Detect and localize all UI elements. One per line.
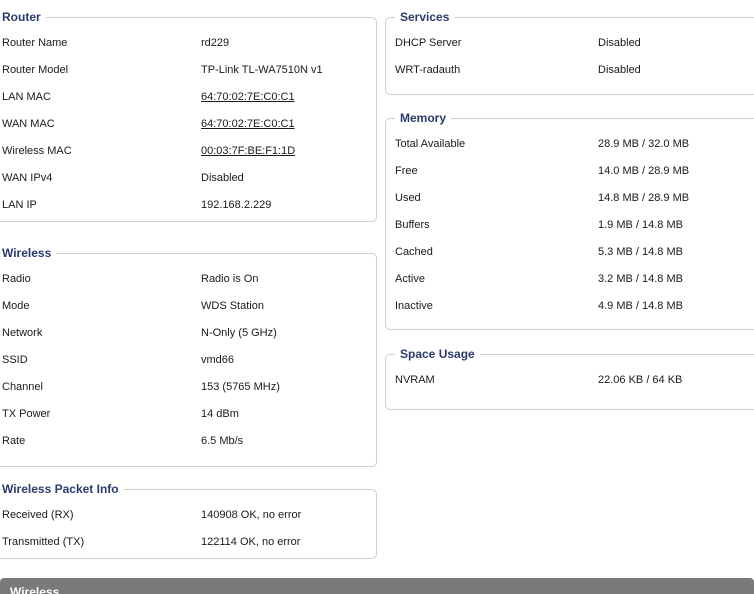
info-row: Buffers 1.9 MB / 14.8 MB <box>386 212 754 239</box>
rx-packets-value: 140908 OK, no error <box>201 509 302 521</box>
row-label: Free <box>395 165 418 177</box>
network-value: N-Only (5 GHz) <box>201 327 277 339</box>
row-label: Received (RX) <box>2 509 74 521</box>
row-label: Network <box>2 327 43 339</box>
info-row: Network N-Only (5 GHz) <box>0 320 376 347</box>
memory-total-value: 28.9 MB / 32.0 MB <box>598 138 690 150</box>
info-row: Free 14.0 MB / 28.9 MB <box>386 158 754 185</box>
wireless-section: Wireless Radio Radio is On Mode WDS Stat… <box>0 246 377 467</box>
router-section-title: Router <box>1 10 46 24</box>
wireless-section-title: Wireless <box>1 246 57 260</box>
radio-status-value: Radio is On <box>201 273 259 285</box>
nvram-usage-value: 22.06 KB / 64 KB <box>598 374 683 386</box>
wireless-packet-info-title: Wireless Packet Info <box>1 482 124 496</box>
row-label: Mode <box>2 300 30 312</box>
tx-power-value: 14 dBm <box>201 408 239 420</box>
row-label: NVRAM <box>395 374 435 386</box>
services-section: Services DHCP Server Disabled WRT-radaut… <box>385 10 754 95</box>
row-label: DHCP Server <box>395 37 462 49</box>
info-row: LAN MAC 64:70:02:7E:C0:C1 <box>0 84 376 111</box>
info-row: Router Name rd229 <box>0 30 376 57</box>
wan-ipv4-value: Disabled <box>201 172 244 184</box>
row-label: LAN IP <box>2 199 37 211</box>
router-section: Router Router Name rd229 Router Model TP… <box>0 10 377 222</box>
space-usage-section: Space Usage NVRAM 22.06 KB / 64 KB <box>385 347 754 410</box>
tx-packets-value: 122114 OK, no error <box>201 536 301 548</box>
memory-cached-value: 5.3 MB / 14.8 MB <box>598 246 683 258</box>
lan-ip-value: 192.168.2.229 <box>201 199 272 211</box>
row-label: Router Name <box>2 37 68 49</box>
info-row: WAN IPv4 Disabled <box>0 165 376 192</box>
channel-value: 153 (5765 MHz) <box>201 381 280 393</box>
row-label: WAN IPv4 <box>2 172 53 184</box>
memory-section-title: Memory <box>395 111 452 125</box>
row-label: LAN MAC <box>2 91 51 103</box>
info-row: Transmitted (TX) 122114 OK, no error <box>0 529 376 556</box>
info-row: Radio Radio is On <box>0 266 376 293</box>
row-label: Wireless MAC <box>2 145 72 157</box>
row-label: WAN MAC <box>2 118 55 130</box>
row-label: Total Available <box>395 138 466 150</box>
info-row: Active 3.2 MB / 14.8 MB <box>386 266 754 293</box>
memory-active-value: 3.2 MB / 14.8 MB <box>598 273 683 285</box>
info-row: TX Power 14 dBm <box>0 401 376 428</box>
wireless-footer-section-header: Wireless <box>0 578 754 594</box>
row-label: Radio <box>2 273 31 285</box>
memory-inactive-value: 4.9 MB / 14.8 MB <box>598 300 683 312</box>
info-row: Mode WDS Station <box>0 293 376 320</box>
rate-value: 6.5 Mb/s <box>201 435 244 447</box>
wireless-packet-info-section: Wireless Packet Info Received (RX) 14090… <box>0 482 377 559</box>
lan-mac-link[interactable]: 64:70:02:7E:C0:C1 <box>201 84 295 111</box>
wan-mac-link[interactable]: 64:70:02:7E:C0:C1 <box>201 111 295 138</box>
info-row: DHCP Server Disabled <box>386 30 754 57</box>
info-row: SSID vmd66 <box>0 347 376 374</box>
info-row: Cached 5.3 MB / 14.8 MB <box>386 239 754 266</box>
row-label: WRT-radauth <box>395 64 461 76</box>
info-row: Rate 6.5 Mb/s <box>0 428 376 455</box>
memory-free-value: 14.0 MB / 28.9 MB <box>598 165 690 177</box>
memory-buffers-value: 1.9 MB / 14.8 MB <box>598 219 683 231</box>
row-label: Channel <box>2 381 43 393</box>
memory-section: Memory Total Available 28.9 MB / 32.0 MB… <box>385 111 754 330</box>
router-model-value: TP-Link TL-WA7510N v1 <box>201 64 323 76</box>
info-row: LAN IP 192.168.2.229 <box>0 192 376 219</box>
row-label: Rate <box>2 435 26 447</box>
dhcp-server-value: Disabled <box>598 37 641 49</box>
row-label: Cached <box>395 246 433 258</box>
row-label: Buffers <box>395 219 430 231</box>
router-name-value: rd229 <box>201 37 230 49</box>
row-label: Inactive <box>395 300 433 312</box>
services-section-title: Services <box>395 10 455 24</box>
wireless-mac-link[interactable]: 00:03:7F:BE:F1:1D <box>201 138 295 165</box>
info-row: Total Available 28.9 MB / 32.0 MB <box>386 131 754 158</box>
row-label: Transmitted (TX) <box>2 536 85 548</box>
info-row: NVRAM 22.06 KB / 64 KB <box>386 367 754 394</box>
info-row: WAN MAC 64:70:02:7E:C0:C1 <box>0 111 376 138</box>
info-row: Received (RX) 140908 OK, no error <box>0 502 376 529</box>
mode-value: WDS Station <box>201 300 264 312</box>
space-usage-section-title: Space Usage <box>395 347 480 361</box>
ssid-value: vmd66 <box>201 354 235 366</box>
row-label: Router Model <box>2 64 69 76</box>
info-row: Inactive 4.9 MB / 14.8 MB <box>386 293 754 320</box>
info-row: Used 14.8 MB / 28.9 MB <box>386 185 754 212</box>
memory-used-value: 14.8 MB / 28.9 MB <box>598 192 690 204</box>
row-label: Active <box>395 273 425 285</box>
row-label: Used <box>395 192 421 204</box>
info-row: Wireless MAC 00:03:7F:BE:F1:1D <box>0 138 376 165</box>
wireless-footer-section-label: Wireless <box>10 585 60 594</box>
row-label: TX Power <box>2 408 51 420</box>
info-row: Router Model TP-Link TL-WA7510N v1 <box>0 57 376 84</box>
info-row: WRT-radauth Disabled <box>386 57 754 84</box>
wrt-radauth-value: Disabled <box>598 64 641 76</box>
row-label: SSID <box>2 354 28 366</box>
info-row: Channel 153 (5765 MHz) <box>0 374 376 401</box>
